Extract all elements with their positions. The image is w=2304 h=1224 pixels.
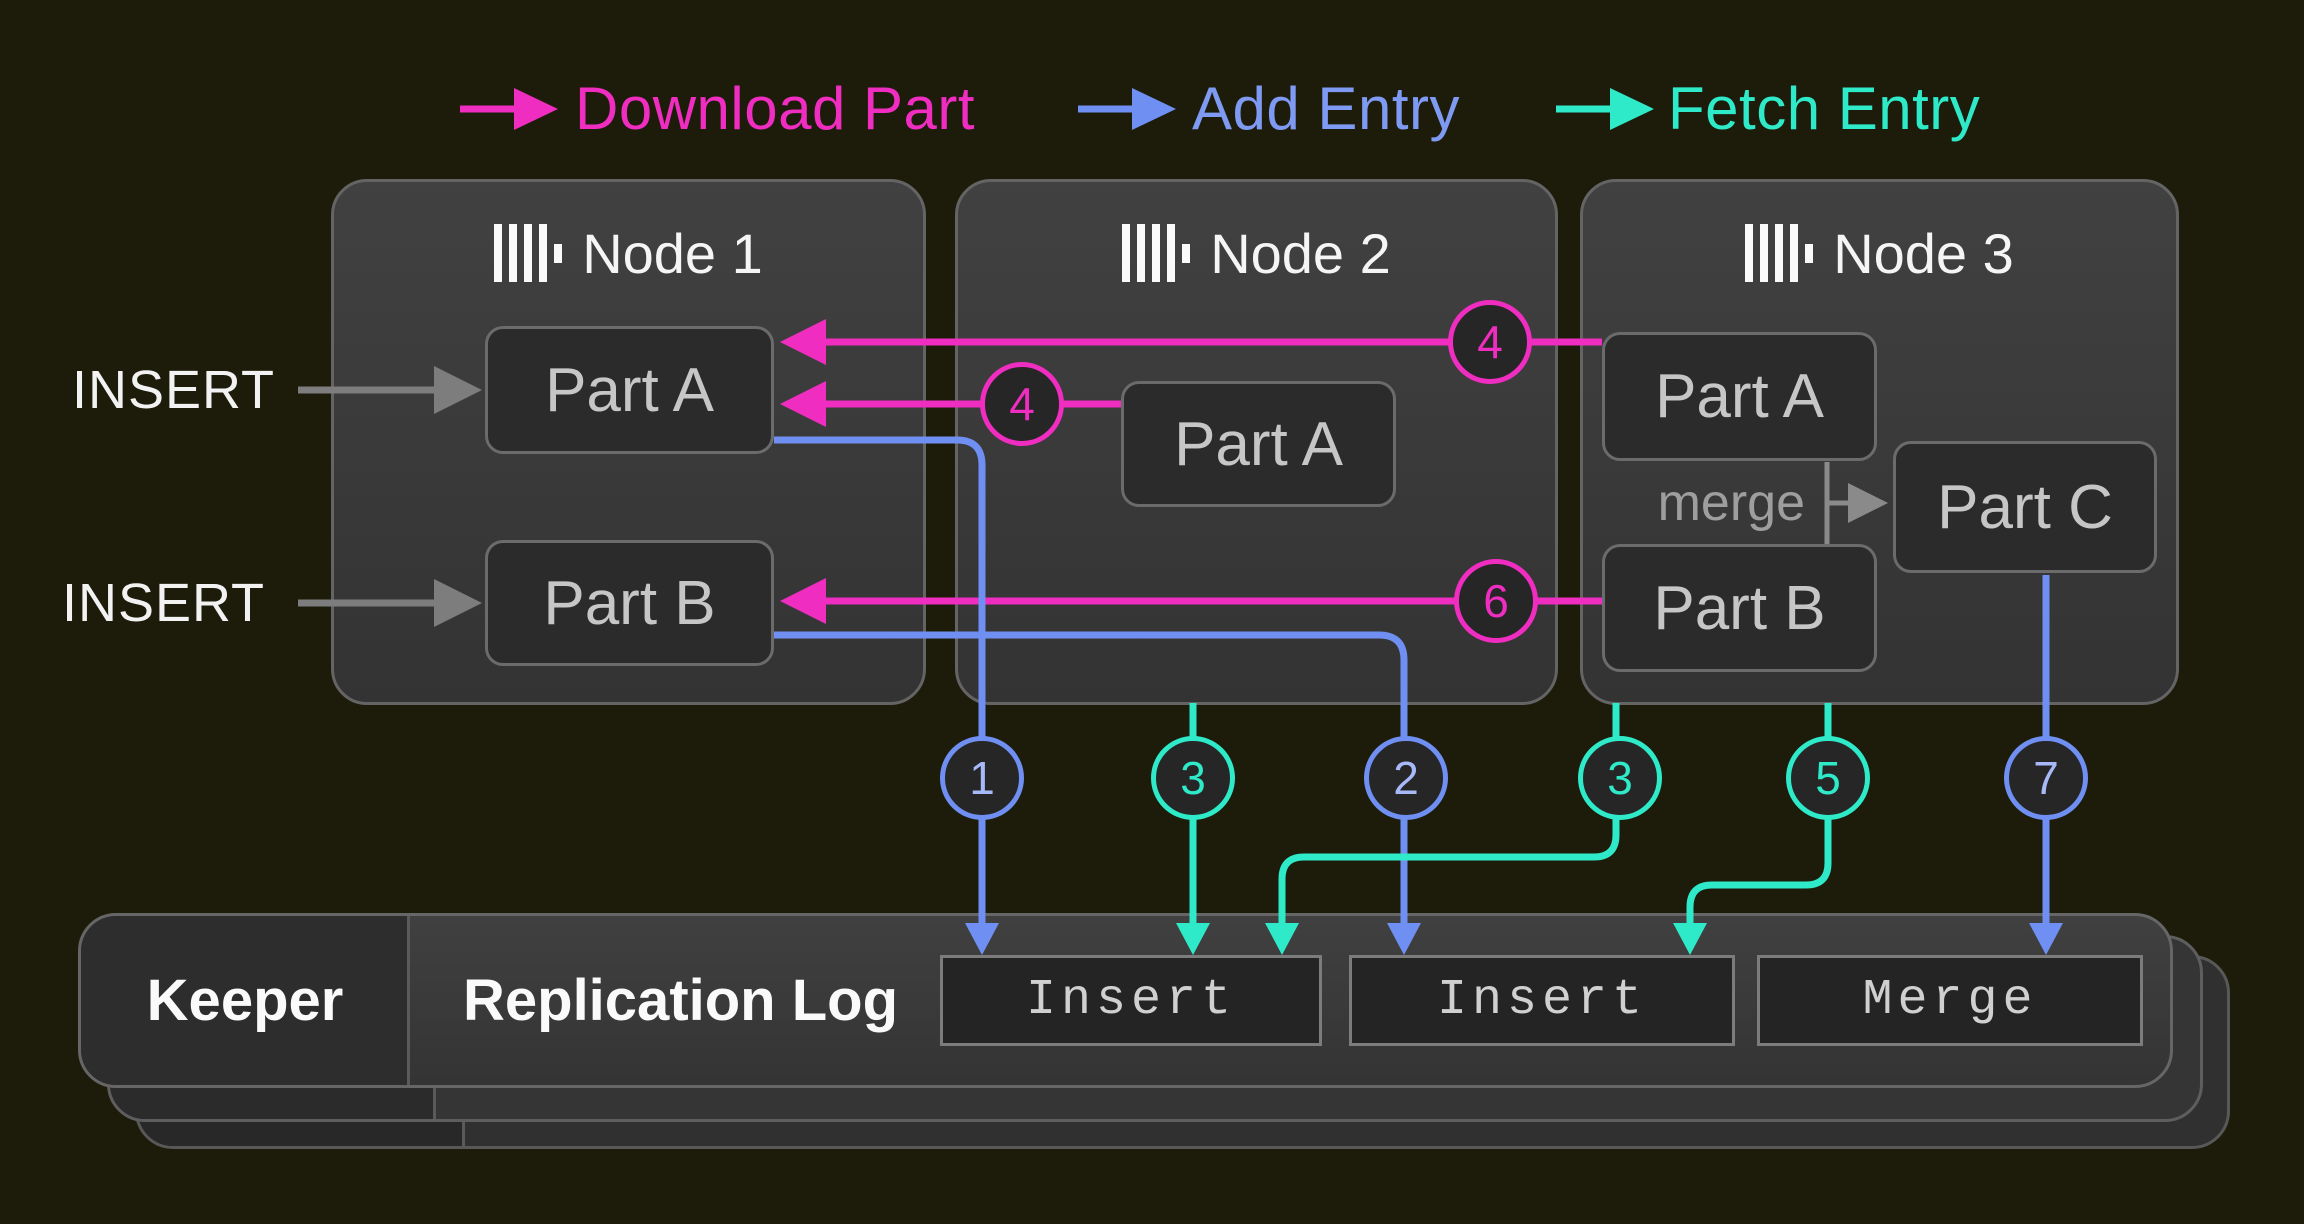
legend-fetch-arrowhead-icon: [1610, 88, 1654, 130]
step-badge-7: 7: [2004, 736, 2088, 820]
fetch-entry-arrowhead-icon: [1673, 923, 1707, 955]
replication-diagram: Download Part Add Entry Fetch Entry Node…: [0, 0, 2304, 1224]
download-arrowhead-icon: [780, 319, 826, 365]
step-badge-3b: 3: [1578, 736, 1662, 820]
fetch-entry-arrowhead-icon: [1265, 923, 1299, 955]
step-badge-3a: 3: [1151, 736, 1235, 820]
download-arrowhead-icon: [780, 578, 826, 624]
step-badge-2: 2: [1364, 736, 1448, 820]
legend-download-arrowhead-icon: [514, 88, 558, 130]
step-badge-download-4a: 4: [980, 362, 1064, 446]
insert-arrowhead-2-icon: [434, 579, 482, 627]
download-arrowhead-icon: [780, 381, 826, 427]
insert-arrowhead-1-icon: [434, 366, 482, 414]
merge-arrowhead-icon: [1848, 483, 1888, 523]
legend-add-arrowhead-icon: [1132, 88, 1176, 130]
add-entry-line-1: [774, 440, 982, 925]
step-badge-5: 5: [1786, 736, 1870, 820]
fetch-entry-line-3b: [1282, 703, 1616, 925]
add-entry-arrowhead-icon: [965, 923, 999, 955]
add-entry-arrowhead-icon: [2029, 923, 2063, 955]
connector-lines: [0, 0, 2304, 1224]
step-badge-1: 1: [940, 736, 1024, 820]
step-badge-download-4b: 4: [1448, 300, 1532, 384]
step-badge-download-6: 6: [1454, 559, 1538, 643]
add-entry-arrowhead-icon: [1387, 923, 1421, 955]
add-entry-line-2: [774, 635, 1404, 925]
fetch-entry-arrowhead-icon: [1176, 923, 1210, 955]
